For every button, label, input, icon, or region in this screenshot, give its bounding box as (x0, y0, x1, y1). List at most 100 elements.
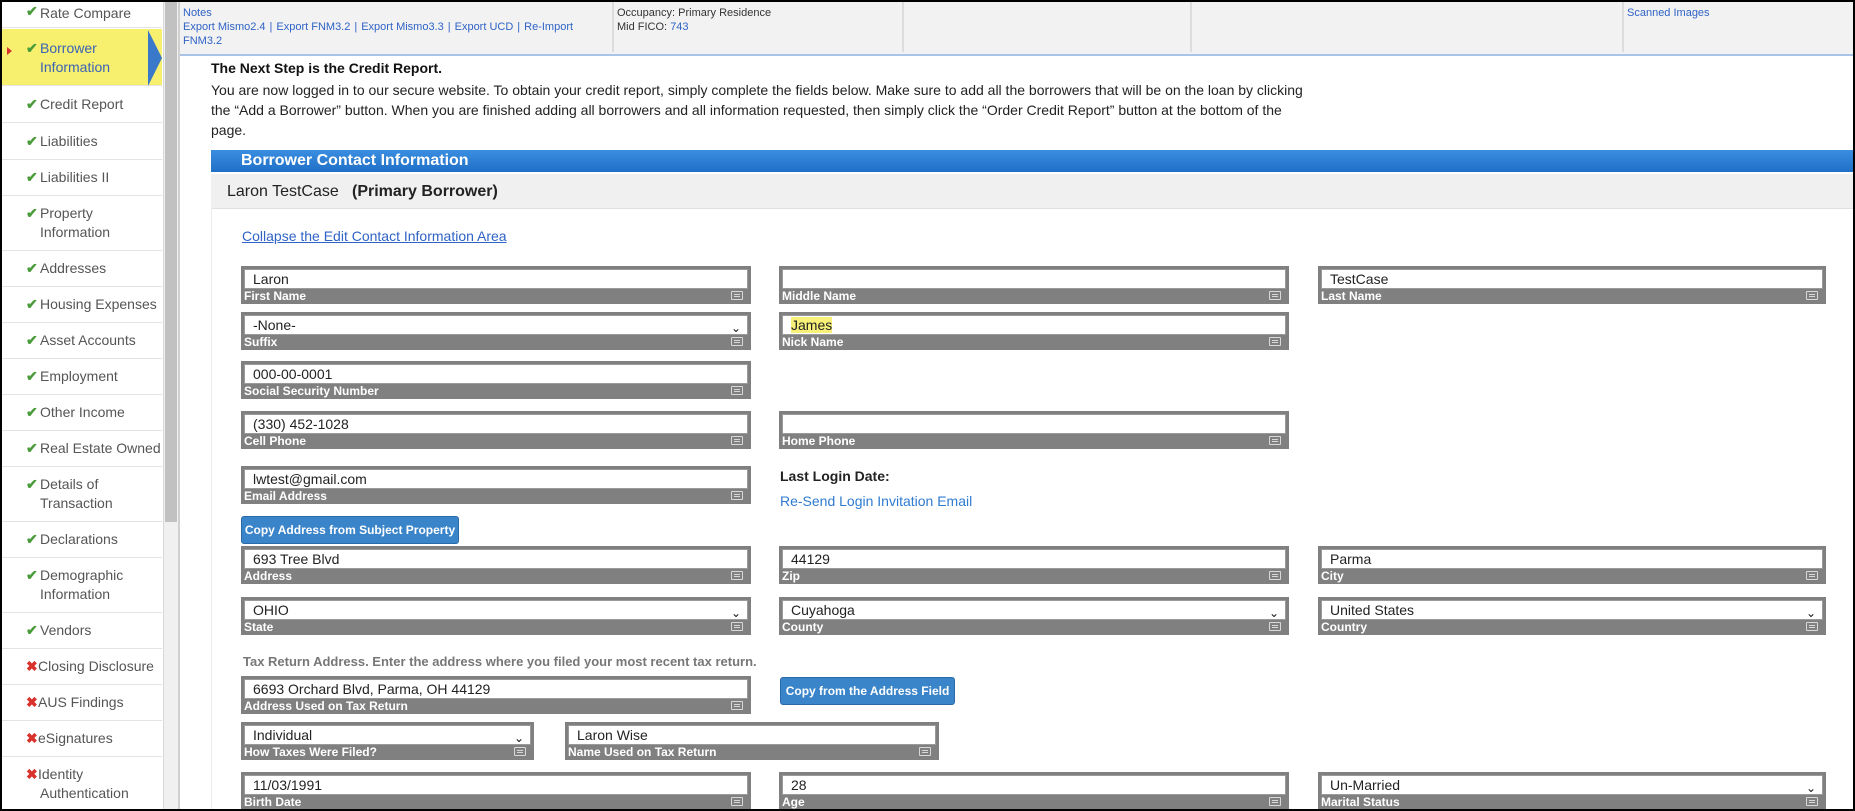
sidebar-item-borrower-information[interactable]: ✔ Borrower Information (2, 29, 162, 86)
middle-name-field[interactable]: Middle Name (779, 266, 1289, 304)
state-select[interactable]: OHIO ⌄ (244, 600, 748, 620)
intro-title: The Next Step is the Credit Report. (211, 60, 443, 76)
sidebar-item-label: Identity Authentication (38, 766, 129, 801)
export-ucd-link[interactable]: Export UCD (455, 21, 514, 33)
id-card-icon (1806, 291, 1818, 300)
separator: | (447, 21, 451, 33)
state-field[interactable]: OHIO ⌄ State (241, 597, 751, 635)
nick-name-input[interactable]: James (782, 315, 1286, 335)
county-select[interactable]: Cuyahoga ⌄ (782, 600, 1286, 620)
active-indicator-icon (7, 47, 12, 55)
field-label: Social Security Number (244, 384, 379, 398)
export-mismo24-link[interactable]: Export Mismo2.4 (183, 21, 266, 33)
sidebar-item-details-of-transaction[interactable]: ✔ Details of Transaction (2, 467, 162, 522)
sidebar-item-declarations[interactable]: ✔ Declarations (2, 522, 162, 558)
sidebar-item-demographic-information[interactable]: ✔ Demographic Information (2, 558, 162, 613)
sidebar-item-vendors[interactable]: ✔ Vendors (2, 613, 162, 649)
copy-from-address-button[interactable]: Copy from the Address Field (780, 677, 955, 705)
mid-fico-value[interactable]: 743 (670, 21, 688, 33)
sidebar-item-aus-findings[interactable]: ✖ AUS Findings (2, 685, 162, 721)
sidebar-item-property-information[interactable]: ✔ Property Information (2, 196, 162, 251)
intro-text: You are now logged in to our secure webs… (211, 82, 1303, 138)
sidebar-item-rate-compare[interactable]: ✔ Rate Compare (2, 2, 162, 28)
birth-date-field[interactable]: 11/03/1991 Birth Date (241, 772, 751, 809)
export-mismo33-link[interactable]: Export Mismo3.3 (361, 21, 444, 33)
section-title: Borrower Contact Information (241, 152, 469, 169)
field-label: City (1321, 569, 1344, 583)
address-input[interactable]: 693 Tree Blvd (244, 549, 748, 569)
resend-invitation-link[interactable]: Re-Send Login Invitation Email (780, 493, 972, 509)
notes-link[interactable]: Notes (183, 7, 212, 19)
zip-input[interactable]: 44129 (782, 549, 1286, 569)
email-field[interactable]: lwtest@gmail.com Email Address (241, 466, 751, 504)
copy-address-button[interactable]: Copy Address from Subject Property (241, 516, 459, 544)
last-name-input[interactable]: TestCase (1321, 269, 1823, 289)
check-icon: ✔ (26, 567, 38, 583)
last-name-field[interactable]: TestCase Last Name (1318, 266, 1826, 304)
sidebar-item-liabilities[interactable]: ✔ Liabilities (2, 124, 162, 160)
cell-phone-field[interactable]: (330) 452-1028 Cell Phone (241, 411, 751, 449)
scanned-images-link[interactable]: Scanned Images (1627, 7, 1710, 19)
field-label: Suffix (244, 335, 278, 349)
sidebar-item-liabilities-ii[interactable]: ✔ Liabilities II (2, 160, 162, 196)
sidebar-item-employment[interactable]: ✔ Employment (2, 359, 162, 395)
scrollbar-thumb[interactable] (165, 2, 177, 522)
sidebar-item-label: Details of Transaction (40, 476, 113, 511)
marital-status-select[interactable]: Un-Married ⌄ (1321, 775, 1823, 795)
sidebar-item-label: Rate Compare (40, 5, 132, 21)
id-card-icon (731, 436, 743, 445)
export-fnm32-link[interactable]: Export FNM3.2 (276, 21, 350, 33)
tax-address-input[interactable]: 6693 Orchard Blvd, Parma, OH 44129 (244, 679, 748, 699)
cell-phone-input[interactable]: (330) 452-1028 (244, 414, 748, 434)
separator: | (354, 21, 358, 33)
taxes-filed-select[interactable]: Individual ⌄ (244, 725, 531, 745)
home-phone-field[interactable]: Home Phone (779, 411, 1289, 449)
check-icon: ✔ (26, 3, 38, 19)
home-phone-input[interactable] (782, 414, 1286, 434)
sidebar-item-asset-accounts[interactable]: ✔ Asset Accounts (2, 323, 162, 359)
email-input[interactable]: lwtest@gmail.com (244, 469, 748, 489)
birth-date-input[interactable]: 11/03/1991 (244, 775, 748, 795)
collapse-edit-link[interactable]: Collapse the Edit Contact Information Ar… (242, 228, 507, 244)
sidebar-item-label: Addresses (40, 260, 107, 276)
id-card-icon (731, 386, 743, 395)
id-card-icon (1269, 291, 1281, 300)
sidebar-item-label: Borrower Information (40, 40, 111, 75)
middle-name-input[interactable] (782, 269, 1286, 289)
occupancy-cell: Occupancy: Primary Residence Mid FICO: 7… (614, 2, 904, 52)
county-field[interactable]: Cuyahoga ⌄ County (779, 597, 1289, 635)
sidebar-item-esignatures[interactable]: ✖ eSignatures (2, 721, 162, 757)
city-field[interactable]: Parma City (1318, 546, 1826, 584)
marital-status-field[interactable]: Un-Married ⌄ Marital Status (1318, 772, 1826, 809)
sidebar-item-other-income[interactable]: ✔ Other Income (2, 395, 162, 431)
last-login-label: Last Login Date: (780, 468, 890, 484)
country-select[interactable]: United States ⌄ (1321, 600, 1823, 620)
tax-address-field[interactable]: 6693 Orchard Blvd, Parma, OH 44129 Addre… (241, 676, 751, 714)
address-field[interactable]: 693 Tree Blvd Address (241, 546, 751, 584)
tax-return-note: Tax Return Address. Enter the address wh… (243, 654, 757, 669)
sidebar-item-real-estate-owned[interactable]: ✔ Real Estate Owned (2, 431, 162, 467)
sidebar-item-closing-disclosure[interactable]: ✖ Closing Disclosure (2, 649, 162, 685)
field-label: Zip (782, 569, 800, 583)
tax-name-input[interactable]: Laron Wise (568, 725, 936, 745)
country-field[interactable]: United States ⌄ Country (1318, 597, 1826, 635)
nick-name-field[interactable]: James Nick Name (779, 312, 1289, 350)
sidebar-item-housing-expenses[interactable]: ✔ Housing Expenses (2, 287, 162, 323)
zip-field[interactable]: 44129 Zip (779, 546, 1289, 584)
age-input[interactable]: 28 (782, 775, 1286, 795)
sidebar-item-identity-authentication[interactable]: ✖ Identity Authentication (2, 757, 162, 809)
ssn-input[interactable]: 000-00-0001 (244, 364, 748, 384)
suffix-field[interactable]: -None- ⌄ Suffix (241, 312, 751, 350)
city-input[interactable]: Parma (1321, 549, 1823, 569)
tax-name-field[interactable]: Laron Wise Name Used on Tax Return (565, 722, 939, 760)
first-name-input[interactable]: Laron (244, 269, 748, 289)
app-frame: ✔ Rate Compare ✔ Borrower Information ✔ … (0, 0, 1855, 811)
suffix-select[interactable]: -None- ⌄ (244, 315, 748, 335)
age-field[interactable]: 28 Age (779, 772, 1289, 809)
taxes-filed-field[interactable]: Individual ⌄ How Taxes Were Filed? (241, 722, 534, 760)
first-name-field[interactable]: Laron First Name (241, 266, 751, 304)
sidebar-item-addresses[interactable]: ✔ Addresses (2, 251, 162, 287)
sidebar-item-credit-report[interactable]: ✔ Credit Report (2, 87, 162, 123)
check-icon: ✔ (26, 169, 38, 185)
ssn-field[interactable]: 000-00-0001 Social Security Number (241, 361, 751, 399)
